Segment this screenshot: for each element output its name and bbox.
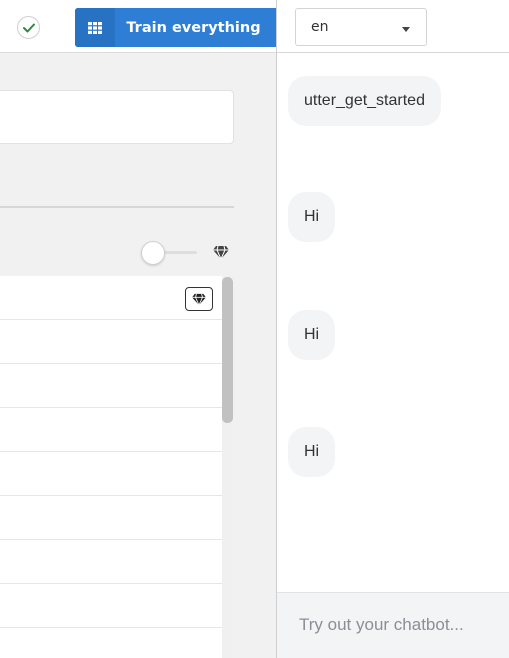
toggle-switch[interactable] — [141, 241, 165, 265]
language-value: en — [311, 19, 329, 35]
left-pane: Train everything — [0, 0, 276, 658]
table-row[interactable] — [0, 496, 222, 540]
table-row[interactable] — [0, 320, 222, 364]
table-row[interactable] — [0, 408, 222, 452]
table-row[interactable] — [0, 364, 222, 408]
chat-message: Hi — [288, 310, 336, 360]
chat-input[interactable] — [277, 593, 509, 657]
table-row[interactable] — [0, 628, 222, 658]
gem-filter-icon[interactable] — [185, 287, 213, 311]
left-topbar: Train everything — [0, 0, 276, 53]
chat-message: Hi — [288, 427, 336, 477]
scrollbar-thumb[interactable] — [222, 277, 233, 423]
grid-icon — [75, 8, 115, 47]
language-select[interactable]: en — [295, 8, 427, 46]
train-everything-label: Train everything — [126, 19, 261, 36]
search-input[interactable] — [0, 90, 234, 144]
gem-icon — [210, 243, 231, 261]
data-table — [0, 276, 222, 658]
chat-message: utter_get_started — [288, 76, 441, 126]
check-icon — [17, 16, 40, 39]
divider — [0, 206, 234, 208]
chat-message: Hi — [288, 192, 336, 242]
chat-input-bar — [277, 592, 509, 658]
caret-down-icon — [402, 27, 410, 32]
chat-pane: en utter_get_started Hi Hi Hi — [276, 0, 509, 658]
table-row[interactable] — [0, 452, 222, 496]
train-everything-button[interactable]: Train everything — [75, 8, 276, 47]
chat-topbar: en — [277, 0, 509, 53]
table-row[interactable] — [0, 584, 222, 628]
table-row[interactable] — [0, 540, 222, 584]
